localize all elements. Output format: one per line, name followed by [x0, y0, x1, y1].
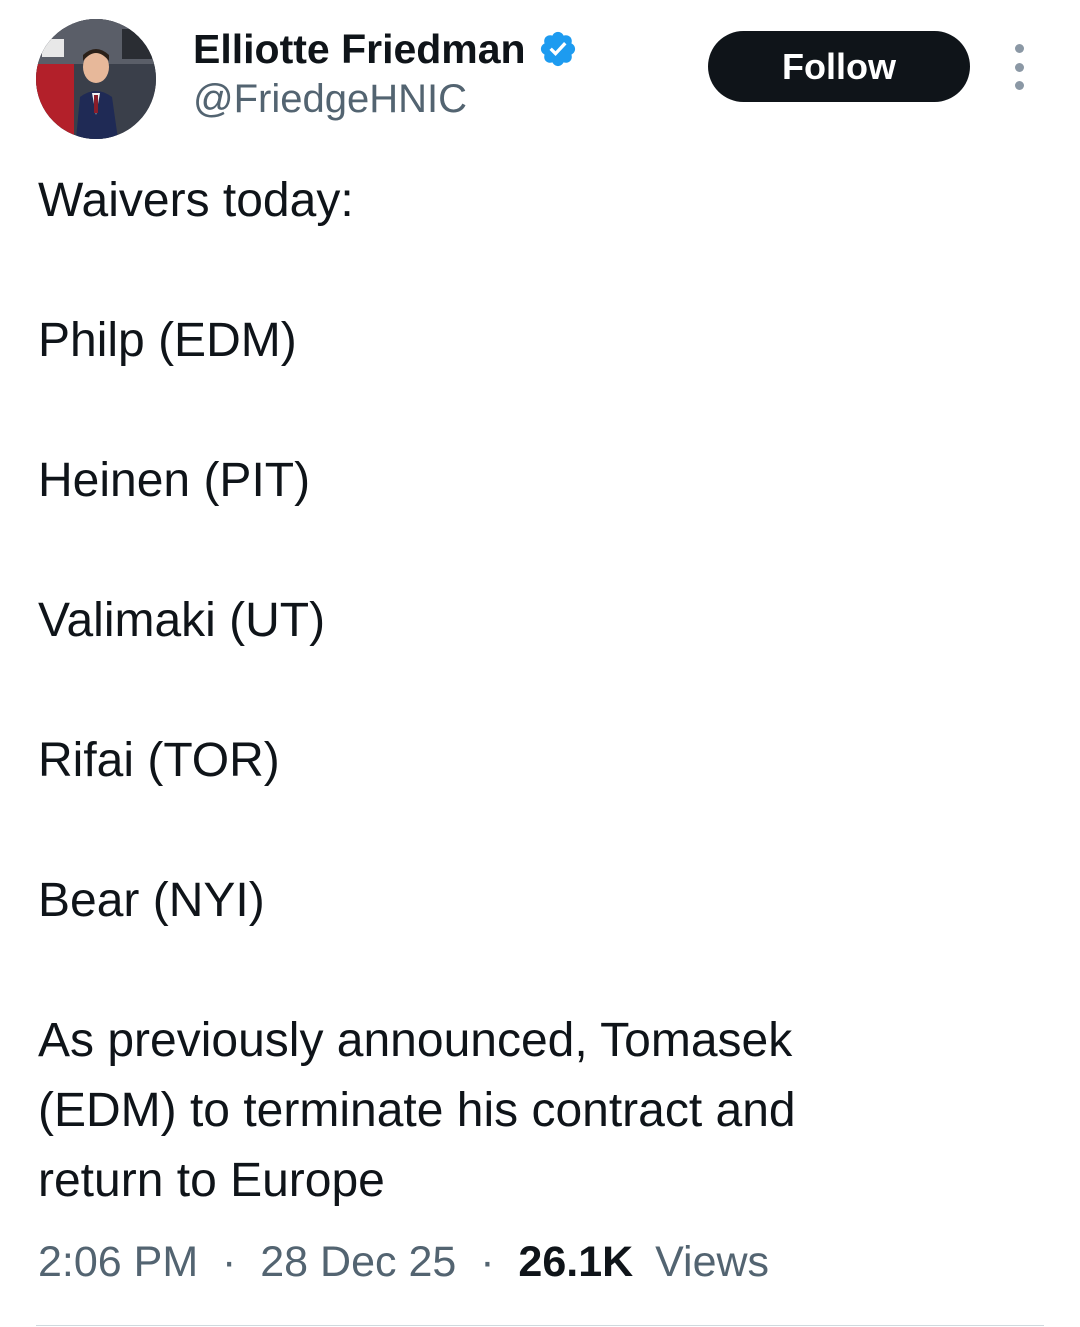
tweet-time[interactable]: 2:06 PM: [38, 1238, 198, 1286]
author-name-row: Elliotte Friedman: [193, 24, 578, 74]
tweet-date[interactable]: 28 Dec 25: [260, 1238, 456, 1286]
follow-button[interactable]: Follow: [708, 31, 970, 102]
verified-badge-icon[interactable]: [538, 29, 578, 69]
tweet-text-line: Rifai (TOR): [38, 734, 280, 787]
tweet-text-line: Bear (NYI): [38, 874, 265, 927]
divider: [36, 1325, 1044, 1326]
author-display-name[interactable]: Elliotte Friedman: [193, 26, 526, 73]
views-label[interactable]: Views: [655, 1238, 769, 1286]
more-dot: [1014, 62, 1024, 72]
tweet-text-line: return to Europe: [38, 1154, 385, 1207]
meta-separator: ·: [210, 1238, 249, 1286]
views-count[interactable]: 26.1K: [518, 1238, 633, 1286]
tweet-text-line: Heinen (PIT): [38, 454, 311, 507]
tweet-text-line: Waivers today:: [38, 174, 354, 227]
tweet-container: Elliotte Friedman @FriedgeHNIC Follow Wa…: [0, 0, 1080, 1327]
tweet-text-line: As previously announced, Tomasek: [38, 1014, 793, 1067]
tweet-text-line: Philp (EDM): [38, 314, 297, 367]
meta-separator: ·: [468, 1238, 507, 1286]
author-avatar[interactable]: [36, 19, 156, 139]
more-dot: [1014, 81, 1024, 90]
tweet-text-line: (EDM) to terminate his contract and: [38, 1084, 796, 1137]
tweet-meta: 2:06 PM · 28 Dec 25 · 26.1K Views: [38, 1238, 769, 1287]
more-dot: [1014, 44, 1024, 53]
more-vertical-icon[interactable]: [1004, 44, 1034, 90]
tweet-text-line: Valimaki (UT): [38, 594, 326, 647]
author-handle[interactable]: @FriedgeHNIC: [193, 77, 467, 122]
avatar-photo-icon: [36, 19, 156, 139]
